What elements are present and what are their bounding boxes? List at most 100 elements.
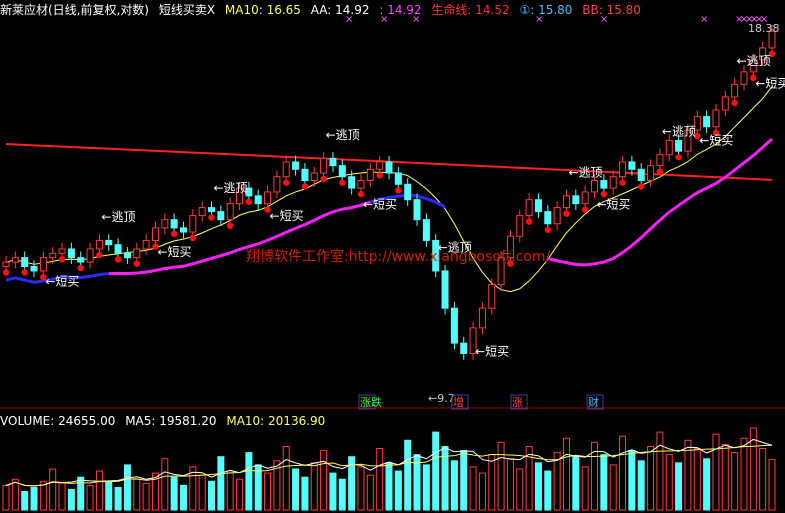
volume-bar: [637, 460, 645, 511]
buy-signal-label: ←短买: [157, 245, 191, 259]
lifeline-value: 生命线: 14.52: [431, 3, 510, 17]
signal-dot: [525, 218, 533, 225]
volume-bar: [179, 484, 187, 511]
buy-signal-label: ←短买: [475, 345, 509, 359]
candle-body: [67, 248, 75, 259]
candle-body: [572, 195, 580, 205]
candle-body: [516, 215, 524, 237]
candle-body: [450, 307, 458, 344]
signal-dot: [283, 179, 290, 186]
candle-body: [217, 211, 225, 221]
candle-body: [338, 165, 346, 178]
volume-bar: [236, 478, 244, 511]
volume-bar: [675, 462, 683, 511]
candle-body: [86, 248, 94, 263]
candle-body: [292, 161, 300, 170]
volume-bar: [310, 462, 318, 511]
volume-bar: [422, 464, 430, 511]
candle-body: [712, 109, 720, 128]
candle-body: [329, 157, 337, 167]
signal-dot: [77, 264, 84, 272]
candle-body: [385, 161, 393, 174]
signal-dot: [357, 190, 365, 198]
aa-value: AA: 14.92: [310, 3, 370, 17]
signal-dot: [301, 183, 309, 190]
candle-body: [310, 172, 318, 181]
signal-dot: [208, 214, 215, 221]
volume-bar: [703, 458, 711, 511]
vol-ma10-value: MA10: 20136.90: [226, 414, 326, 428]
volume-bar: [768, 458, 776, 511]
watermark: 翔博软件工作室:http://www.xiangbosoft.com/: [246, 249, 551, 265]
buy-signal-label: ←短买: [755, 77, 785, 91]
candle-body: [208, 207, 216, 213]
volume-bar: [2, 484, 10, 511]
candle-body: [488, 284, 496, 309]
low-price-label: ←9.7: [428, 392, 455, 405]
vol-ma5-value: MA5: 19581.20: [125, 414, 217, 428]
signal-dot: [544, 226, 552, 233]
candle-body: [740, 71, 748, 85]
volume-bar: [609, 464, 617, 511]
signal-dot: [2, 269, 10, 276]
candle-body: [637, 168, 645, 181]
indicator-name: 短线买卖X: [158, 3, 216, 17]
volume-bar: [712, 433, 720, 511]
candle-body: [376, 161, 384, 170]
volume-bar: [469, 466, 477, 511]
signal-dot: [619, 179, 626, 186]
volume-bar: [282, 445, 290, 511]
candle-body: [11, 257, 19, 263]
volume-header: VOLUME: 24655.00 MA5: 19581.20 MA10: 201…: [0, 413, 331, 429]
volume-bar: [320, 450, 328, 511]
event-marker-label: 增: [453, 395, 464, 409]
candle-body: [282, 161, 290, 178]
signal-dot: [58, 256, 66, 263]
event-marker-label: 涨: [512, 396, 523, 409]
candle-body: [675, 140, 683, 152]
signal-dot: [96, 251, 103, 259]
volume-bar: [245, 452, 253, 511]
sell-signal-label: ←逃顶: [568, 165, 602, 179]
signal-dot: [245, 198, 253, 206]
signal-dot: [170, 230, 178, 238]
candle-body: [534, 199, 542, 213]
candle-body: [301, 168, 309, 181]
volume-bar: [628, 450, 636, 511]
volume-bar: [198, 474, 206, 511]
candle-body: [404, 183, 412, 201]
volume-bar: [647, 445, 655, 511]
volume-bar: [460, 450, 468, 511]
event-marker-label: 涨跌: [360, 395, 382, 409]
signal-dot: [638, 183, 645, 190]
candle-body: [151, 227, 159, 241]
signal-dot: [675, 153, 682, 161]
candle-body: [198, 207, 206, 217]
volume-bar: [534, 462, 542, 511]
candle-body: [731, 83, 739, 98]
candle-body: [21, 257, 29, 267]
sell-signal-label: ←逃顶: [326, 128, 360, 142]
buy-signal-label: ←短买: [699, 133, 733, 147]
volume-bar: [404, 439, 412, 511]
volume-bar: [123, 464, 131, 511]
volume-bar: [376, 448, 384, 511]
candle-body: [133, 248, 141, 259]
candle-body: [254, 195, 262, 205]
signal-dot: [21, 269, 28, 276]
candle-body: [525, 199, 533, 217]
candle-body: [703, 116, 711, 128]
sell-signal-label: ←逃顶: [101, 210, 135, 224]
volume-bar: [105, 480, 113, 511]
sell-signal-label: ←逃顶: [662, 124, 696, 138]
volume-bar: [497, 441, 505, 511]
candle-body: [544, 211, 552, 225]
volume-bar: [21, 491, 29, 511]
candle-body: [39, 257, 47, 272]
signal-dot: [563, 210, 570, 217]
volume-bar: [619, 435, 627, 511]
candle-body: [721, 96, 729, 111]
candle-body: [30, 265, 38, 272]
candle-body: [422, 219, 430, 241]
volume-bar: [366, 474, 374, 511]
